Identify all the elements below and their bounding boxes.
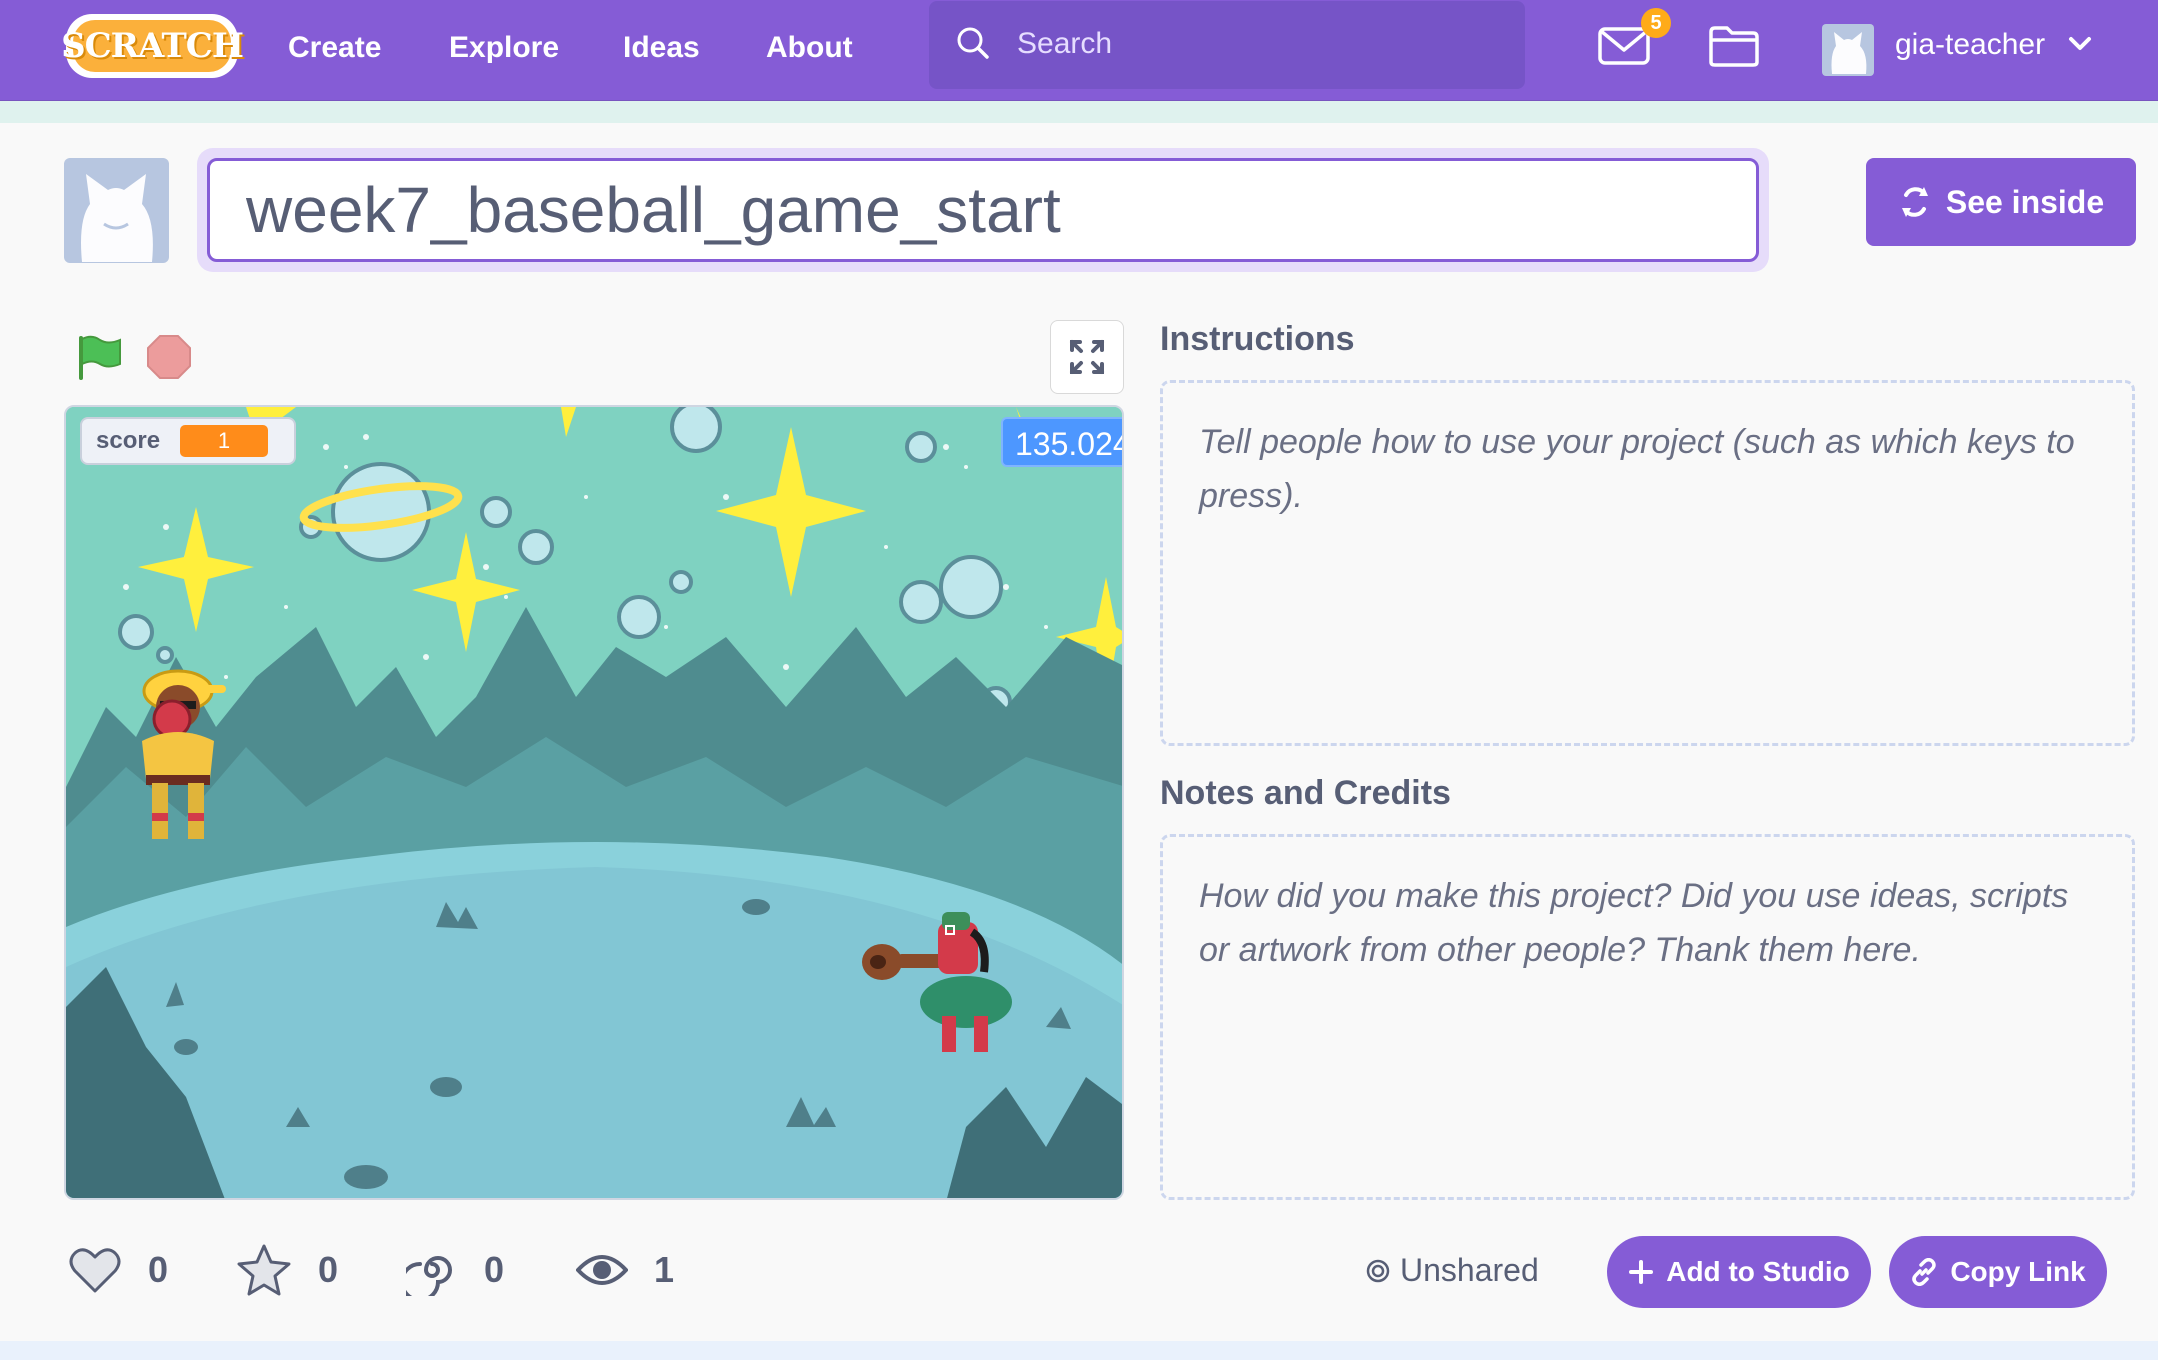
project-author-avatar[interactable]: [64, 158, 169, 263]
timer-monitor[interactable]: 135.024: [1001, 417, 1122, 467]
nav-link-about[interactable]: About: [766, 26, 853, 70]
project-title-input[interactable]: [207, 158, 1759, 262]
plus-icon: [1629, 1260, 1654, 1284]
navbar-accent-strip: [0, 101, 2158, 123]
favorite-stat[interactable]: 0: [236, 1240, 338, 1300]
view-stat: 1: [576, 1240, 674, 1300]
remix-stat: 0: [406, 1240, 504, 1300]
search-placeholder: Search: [1017, 27, 1113, 60]
nav-link-explore[interactable]: Explore: [449, 26, 559, 70]
remix-arrows-icon: [1901, 187, 1928, 217]
logo-text: SCRATCH: [61, 26, 244, 66]
share-status-label: Unshared: [1400, 1252, 1539, 1288]
fullscreen-button[interactable]: [1050, 320, 1124, 394]
scratch-logo[interactable]: SCRATCH: [61, 14, 244, 78]
footer-strip: [0, 1341, 2158, 1360]
love-stat[interactable]: 0: [68, 1240, 168, 1300]
share-status: Unshared: [1366, 1252, 1539, 1289]
fullscreen-icon: [1070, 340, 1104, 374]
heart-icon: [69, 1248, 121, 1293]
link-icon: [1912, 1258, 1937, 1286]
see-inside-label: See inside: [1945, 183, 2105, 220]
batter-sprite[interactable]: [120, 663, 240, 843]
folder-icon[interactable]: [1707, 24, 1761, 68]
remix-spiral-icon: [406, 1256, 452, 1296]
copy-link-label: Copy Link: [1950, 1256, 2086, 1287]
instructions-placeholder: Tell people how to use your project (suc…: [1199, 423, 2075, 515]
project-stage[interactable]: score 1 135.024: [64, 405, 1124, 1200]
search-icon: [957, 27, 989, 59]
unshared-icon: [1366, 1259, 1390, 1282]
mail-icon[interactable]: [1597, 26, 1651, 66]
message-count-badge: 5: [1641, 8, 1671, 38]
chevron-down-icon[interactable]: [2068, 36, 2092, 52]
love-count: 0: [148, 1249, 169, 1290]
notes-credits-placeholder: How did you make this project? Did you u…: [1199, 877, 2069, 969]
favorite-count: 0: [318, 1249, 339, 1290]
score-variable-label: score: [96, 427, 161, 454]
instructions-textarea[interactable]: Tell people how to use your project (suc…: [1160, 380, 2135, 746]
score-variable-monitor[interactable]: score 1: [80, 417, 296, 465]
cat-avatar-icon: [81, 174, 153, 262]
nav-link-ideas[interactable]: Ideas: [623, 26, 700, 70]
search-input[interactable]: Search: [929, 1, 1525, 89]
score-variable-value: 1: [180, 425, 269, 457]
green-flag-icon[interactable]: [76, 334, 124, 380]
add-to-studio-button[interactable]: Add to Studio: [1607, 1236, 1871, 1308]
see-inside-button[interactable]: See inside: [1866, 158, 2136, 246]
copy-link-button[interactable]: Copy Link: [1889, 1236, 2107, 1308]
notes-credits-heading: Notes and Credits: [1160, 774, 1451, 812]
view-count: 1: [654, 1249, 675, 1290]
eye-icon: [576, 1255, 628, 1285]
nav-link-create[interactable]: Create: [288, 26, 381, 70]
add-to-studio-label: Add to Studio: [1666, 1256, 1850, 1287]
cat-avatar-icon: [1831, 32, 1867, 74]
star-icon: [237, 1244, 291, 1296]
instructions-heading: Instructions: [1160, 320, 1355, 358]
catcher-sprite[interactable]: [856, 912, 1036, 1062]
notes-credits-textarea[interactable]: How did you make this project? Did you u…: [1160, 834, 2135, 1200]
stop-sign-icon[interactable]: [146, 334, 192, 380]
top-navbar: SCRATCH Create Explore Ideas About Searc…: [0, 0, 2158, 101]
remix-count: 0: [484, 1249, 505, 1290]
username-label[interactable]: gia-teacher: [1895, 28, 2045, 62]
user-avatar[interactable]: [1822, 24, 1874, 76]
